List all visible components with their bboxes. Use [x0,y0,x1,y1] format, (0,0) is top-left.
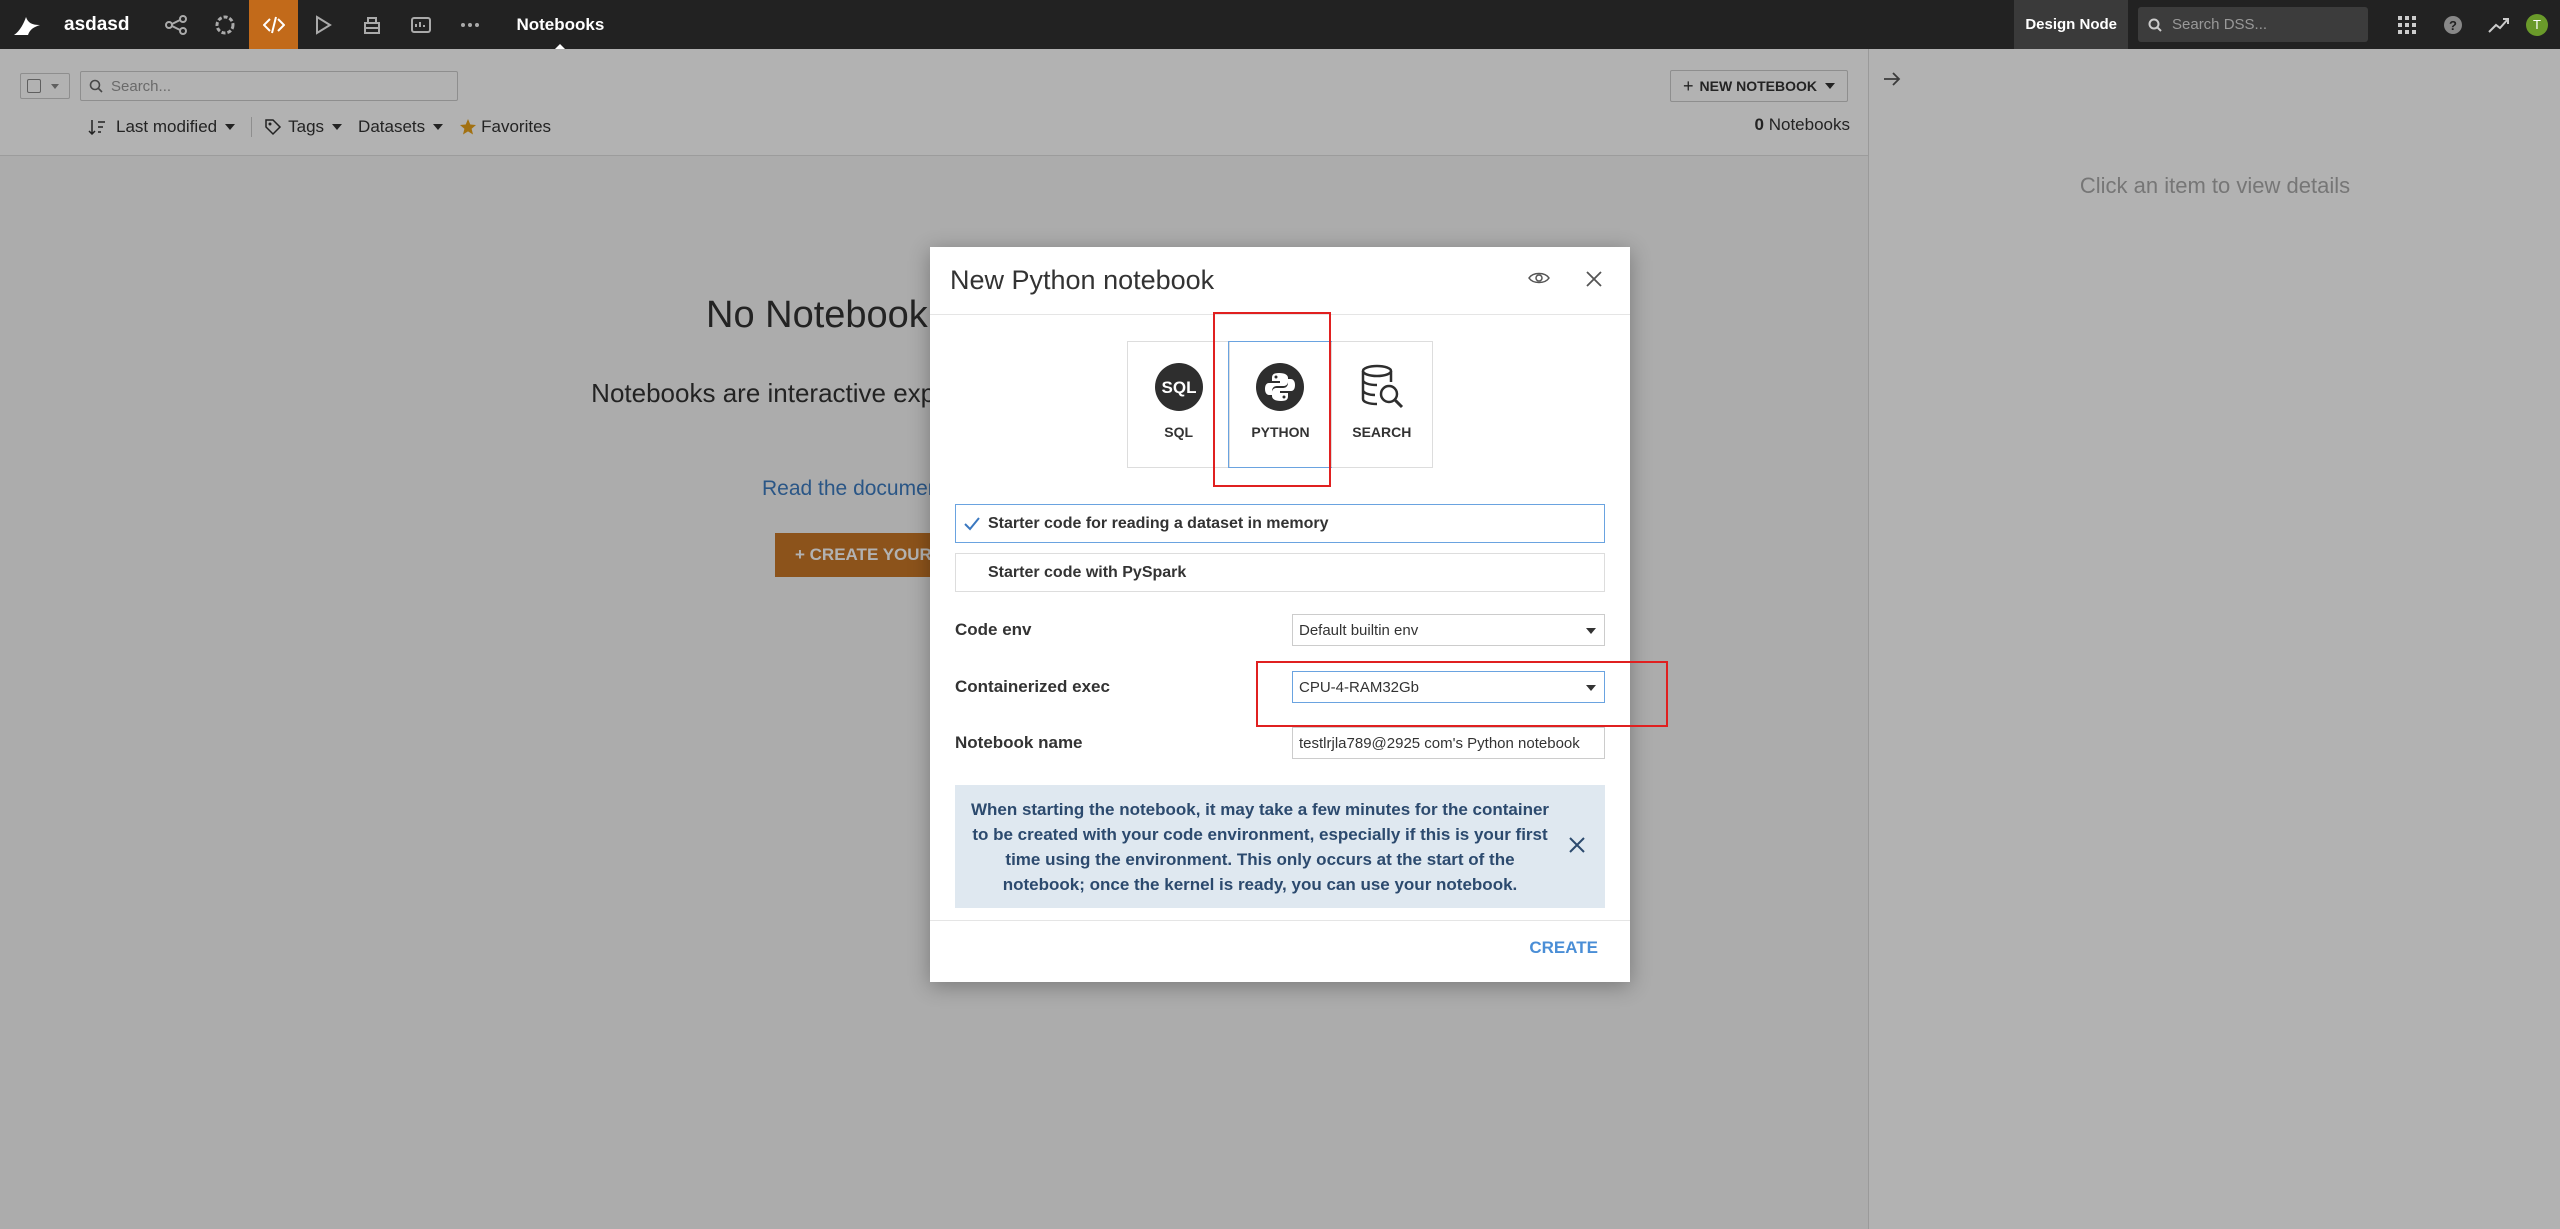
global-search-placeholder: Search DSS... [2172,16,2268,33]
dialog-title: New Python notebook [950,265,1215,295]
highlight-python [1213,312,1331,487]
flow-icon[interactable] [151,0,200,49]
apps-grid-icon[interactable] [2384,0,2430,49]
option-starter-dataset-label: Starter code for reading a dataset in me… [988,514,1329,532]
svg-text:SQL: SQL [1161,378,1196,397]
type-search[interactable]: SEARCH [1330,342,1432,467]
new-notebook-dialog: New Python notebook SQL SQL PYTHON SEARC… [930,247,1668,982]
info-banner-text: When starting the notebook, it may take … [970,799,1550,894]
option-starter-pyspark-label: Starter code with PySpark [988,563,1187,581]
project-name[interactable]: asdasd [64,14,129,36]
containerized-exec-label: Containerized exec [955,677,1110,696]
search-icon [2148,18,2162,32]
notebook-name-row: Notebook name testlrjla789@2925 com's Py… [955,727,1605,759]
dataiku-logo-icon[interactable] [0,0,54,49]
notebook-name-label: Notebook name [955,733,1083,752]
option-starter-dataset[interactable]: Starter code for reading a dataset in me… [955,504,1605,543]
info-banner: When starting the notebook, it may take … [955,785,1605,908]
highlight-containerized-exec [1256,661,1668,727]
eye-icon[interactable] [1528,271,1550,290]
close-icon[interactable] [1567,835,1587,860]
svg-text:?: ? [2449,18,2457,33]
design-node-badge[interactable]: Design Node [2014,0,2128,49]
notebook-name-input[interactable]: testlrjla789@2925 com's Python notebook [1292,727,1605,759]
code-icon[interactable] [249,0,299,49]
chevron-down-icon [1586,628,1596,634]
avatar[interactable]: T [2526,13,2548,36]
code-env-row: Code env Default builtin env [955,614,1605,646]
dialog-header: New Python notebook [930,247,1630,315]
models-icon[interactable] [347,0,396,49]
type-search-label: SEARCH [1352,424,1412,440]
sql-icon: SQL [1154,363,1203,411]
code-env-select[interactable]: Default builtin env [1292,614,1605,646]
activity-icon[interactable] [2476,0,2522,49]
close-icon[interactable] [1584,269,1604,294]
option-starter-pyspark[interactable]: Starter code with PySpark [955,553,1605,592]
nav-right: Design Node Search DSS... ? T [2014,0,2560,49]
type-sql-label: SQL [1164,424,1194,440]
more-icon[interactable] [445,0,494,49]
page-title[interactable]: Notebooks [516,0,604,49]
run-icon[interactable] [298,0,347,49]
checkmark-icon [964,516,984,531]
dialog-footer: CREATE [930,920,1630,982]
recipes-icon[interactable] [200,0,249,49]
database-search-icon [1361,364,1403,409]
dashboard-icon[interactable] [396,0,445,49]
code-env-value: Default builtin env [1299,621,1419,639]
help-icon[interactable]: ? [2430,0,2476,49]
global-search-input[interactable]: Search DSS... [2138,7,2368,42]
create-button[interactable]: CREATE [1529,938,1598,958]
top-nav: asdasd Notebooks Design Node Search DSS.… [0,0,2560,49]
code-env-label: Code env [955,620,1032,639]
